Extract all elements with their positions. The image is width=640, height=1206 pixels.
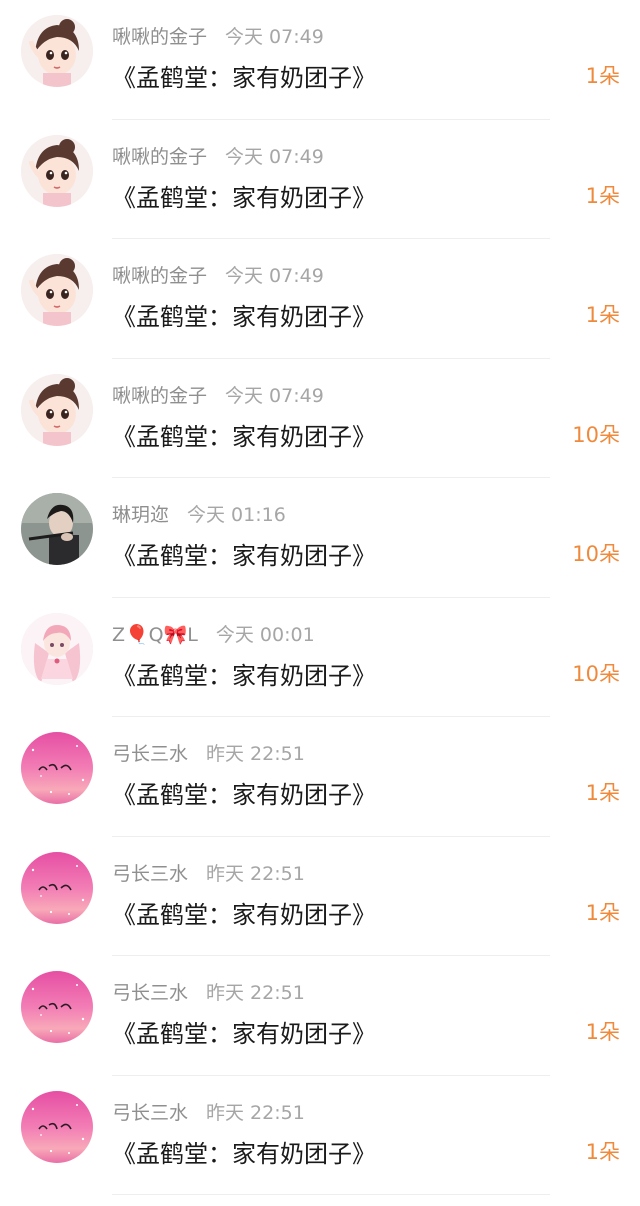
timestamp: 今天 00:01 [215,623,315,646]
list-item[interactable]: 啾啾的金子 今天 07:49 《孟鹤堂：家有奶团子》 1朵 [0,119,640,239]
username[interactable]: 啾啾的金子 今天 07:49 [112,381,324,408]
timestamp: 今天 07:49 [225,26,324,48]
item-title: 《孟鹤堂：家有奶团子》 [112,1139,376,1168]
username[interactable]: Z🎈Q🎀L 今天 00:01 [112,620,315,647]
username[interactable]: 弓长三水 昨天 22:51 [112,1098,305,1125]
list-item[interactable]: 啾啾的金子 今天 07:49 《孟鹤堂：家有奶团子》 10朵 [0,358,640,478]
gift-list: 啾啾的金子今天 07:49 《孟鹤堂：家有奶团子》 1朵 啾啾的金子今天 0 [0,0,640,1206]
flower-count: 1朵 [585,781,620,805]
flower-count: 1朵 [585,183,620,208]
list-item[interactable]: Z🎈Q🎀L 今天 00:01 《孟鹤堂：家有奶团子》 10朵 [0,597,640,717]
item-title: 《孟鹤堂：家有奶团子》 [112,422,376,451]
item-title: 《孟鹤堂：家有奶团子》 [112,781,376,809]
item-title: 《孟鹤堂：家有奶团子》 [112,303,376,331]
username[interactable]: 啾啾的金子 今天 07:49 [112,142,324,169]
list-item[interactable]: 弓长三水 昨天 22:51 《孟鹤堂：家有奶团子》 1朵 [0,836,640,956]
divider [112,1194,550,1195]
pink-glitter-avatar-icon[interactable] [21,1090,93,1163]
timestamp: 今天 07:49 [225,145,324,168]
flower-count: 10朵 [572,422,620,447]
username[interactable]: 弓长三水 昨天 22:51 [112,978,305,1005]
flower-count: 1朵 [585,64,620,88]
item-title: 《孟鹤堂：家有奶团子》 [112,64,376,92]
flower-count: 10朵 [572,542,620,566]
username[interactable]: 啾啾的金子 今天 07:49 [112,261,324,288]
item-title: 《孟鹤堂：家有奶团子》 [112,900,376,929]
pink-glitter-avatar-icon[interactable] [21,732,93,804]
girl-avatar-icon[interactable] [21,254,93,326]
list-item[interactable]: 弓长三水 昨天 22:51 《孟鹤堂：家有奶团子》 1朵 [0,956,640,1076]
timestamp: 今天 07:49 [225,265,324,287]
item-title: 《孟鹤堂：家有奶团子》 [112,661,376,690]
timestamp: 今天 07:49 [225,384,324,407]
username[interactable]: 琳玥迩 今天 01:16 [112,500,286,527]
item-title: 《孟鹤堂：家有奶团子》 [112,183,376,212]
man-flute-avatar-icon[interactable] [21,493,93,565]
username[interactable]: 弓长三水 昨天 22:51 [112,739,305,766]
flower-count: 1朵 [585,900,620,925]
list-item[interactable]: 啾啾的金子 今天 07:49 《孟鹤堂：家有奶团子》 1朵 [0,239,640,359]
list-item[interactable]: 弓长三水 昨天 22:51 《孟鹤堂：家有奶团子》 1朵 [0,1075,640,1195]
list-item[interactable]: 琳玥迩 今天 01:16 《孟鹤堂：家有奶团子》 10朵 [0,478,640,598]
timestamp: 昨天 22:51 [206,1101,305,1124]
flower-count: 10朵 [572,661,620,686]
username[interactable]: 啾啾的金子 今天 07:49 [112,22,324,49]
item-title: 《孟鹤堂：家有奶团子》 [112,1020,376,1048]
item-title: 《孟鹤堂：家有奶团子》 [112,542,376,570]
list-item[interactable]: 弓长三水 昨天 22:51 《孟鹤堂：家有奶团子》 1朵 [0,717,640,837]
timestamp: 今天 01:16 [187,504,286,526]
username[interactable]: 弓长三水 昨天 22:51 [112,859,305,886]
girl-avatar-icon[interactable] [21,373,93,446]
pink-glitter-avatar-icon[interactable] [21,851,93,924]
flower-count: 1朵 [585,1020,620,1044]
flower-count: 1朵 [585,303,620,327]
timestamp: 昨天 22:51 [206,982,305,1004]
flower-count: 1朵 [585,1139,620,1164]
list-item[interactable]: 啾啾的金子 今天 07:49 《孟鹤堂：家有奶团子》 1朵 [0,0,640,120]
timestamp: 昨天 22:51 [206,743,305,765]
girl-avatar-icon[interactable] [21,15,93,87]
pink-glitter-avatar-icon[interactable] [21,971,93,1043]
anime-girl-avatar-icon[interactable] [21,612,93,685]
girl-avatar-icon[interactable] [21,134,93,207]
timestamp: 昨天 22:51 [206,862,305,885]
